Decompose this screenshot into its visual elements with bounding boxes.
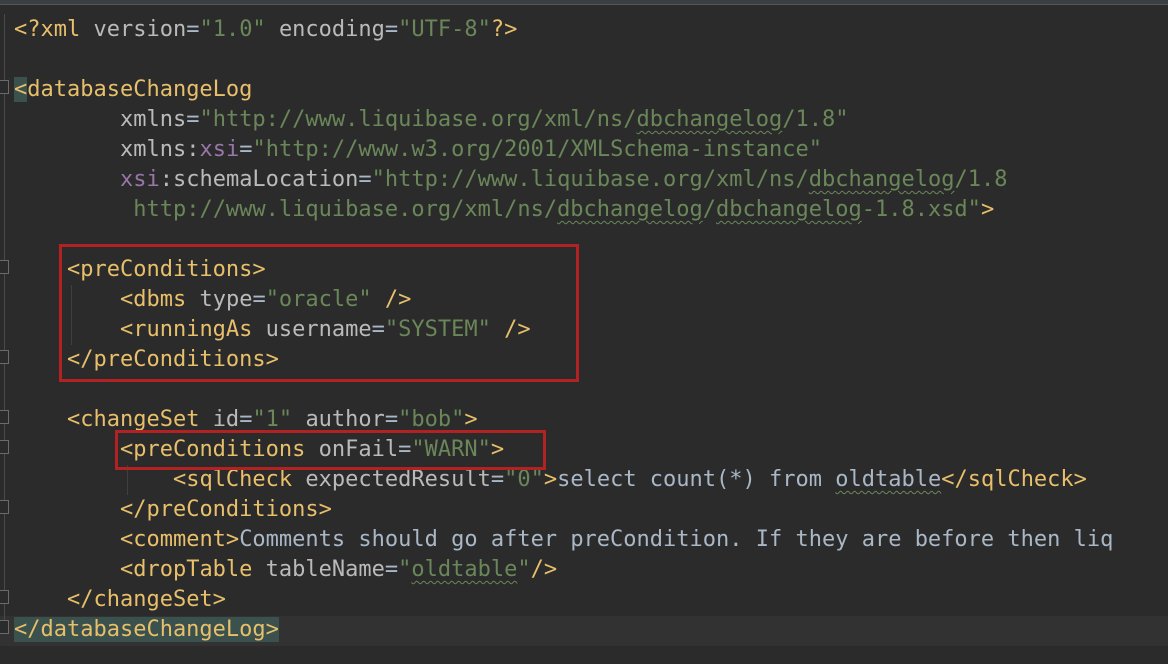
code-token: <?xml xyxy=(14,17,94,42)
code-token: xmlns xyxy=(119,107,187,132)
code-token: = xyxy=(239,407,253,432)
code-token: xsi xyxy=(199,137,240,162)
code-token: </databaseChangeLog> xyxy=(14,617,279,642)
fold-marker-icon[interactable] xyxy=(0,80,9,94)
code-token: = xyxy=(186,107,200,132)
fold-marker-icon[interactable] xyxy=(0,410,9,424)
code-token: /> xyxy=(530,557,558,582)
editor-top-border xyxy=(0,0,1168,5)
code-token: "bob" xyxy=(398,407,465,432)
code-token: = xyxy=(384,407,399,432)
code-token: version xyxy=(93,17,187,42)
code-token: > xyxy=(464,407,478,432)
code-token: <comment> xyxy=(119,527,240,552)
fold-marker-icon[interactable] xyxy=(0,350,9,364)
code-token: = xyxy=(186,17,200,42)
code-token: encoding xyxy=(278,17,385,42)
code-line[interactable]: xmlns:xsi="http://www.w3.org/2001/XMLSch… xyxy=(14,135,822,165)
code-token: "http://www.liquibase.org/xml/ns/ xyxy=(199,107,637,132)
code-line[interactable]: <comment>Comments should go after preCon… xyxy=(14,525,1113,555)
code-token: "1.0" xyxy=(199,17,266,42)
code-token: :schemaLocation xyxy=(159,167,359,192)
code-token: oldtable xyxy=(835,467,942,492)
code-line[interactable]: xmlns="http://www.liquibase.org/xml/ns/d… xyxy=(14,105,849,135)
code-token: "http://www.liquibase.org/xml/ns/ xyxy=(371,167,809,192)
code-token: databaseChangeLog xyxy=(27,77,253,102)
code-token: dbchangelog xyxy=(557,197,703,222)
fold-marker-icon[interactable] xyxy=(0,440,9,454)
code-token: > xyxy=(980,197,995,222)
code-token: </changeSet> xyxy=(66,587,226,612)
code-token: id xyxy=(212,407,240,432)
code-token: xsi xyxy=(119,167,160,192)
code-token: select count(*) from xyxy=(557,467,836,492)
code-token: " xyxy=(517,557,531,582)
code-token: = xyxy=(239,137,253,162)
code-line[interactable]: http://www.liquibase.org/xml/ns/dbchange… xyxy=(14,195,994,225)
code-line[interactable]: </databaseChangeLog> xyxy=(14,615,279,645)
code-token: xmlns: xyxy=(119,137,200,162)
code-editor[interactable]: <?xml version="1.0" encoding="UTF-8"?> <d… xyxy=(0,0,1168,664)
code-token: </preConditions> xyxy=(119,497,332,522)
code-line[interactable]: </changeSet> xyxy=(14,585,226,615)
code-token: -1.8.xsd" xyxy=(861,197,981,222)
gutter-divider xyxy=(4,14,5,634)
code-line[interactable]: xsi:schemaLocation="http://www.liquibase… xyxy=(14,165,1007,195)
code-token: </sqlCheck> xyxy=(941,467,1087,492)
code-token: = xyxy=(490,467,505,492)
code-line[interactable]: <databaseChangeLog xyxy=(14,75,252,105)
code-token: <dropTable xyxy=(119,557,266,582)
code-token: = xyxy=(384,557,399,582)
code-token: = xyxy=(384,17,399,42)
code-token: dbchangelog xyxy=(636,107,783,132)
code-line[interactable]: </preConditions> xyxy=(14,495,332,525)
code-token: dbchangelog xyxy=(716,197,862,222)
code-token: /1.8 xyxy=(954,167,1008,192)
code-token: /1.8" xyxy=(782,107,849,132)
fold-marker-icon[interactable] xyxy=(0,500,9,514)
code-token: > xyxy=(543,467,558,492)
code-token: dbchangelog xyxy=(808,167,955,192)
code-token: "UTF-8" xyxy=(398,17,491,42)
code-token: ?> xyxy=(490,17,518,42)
code-token: "http://www.w3.org/2001/XMLSchema-instan… xyxy=(252,137,822,162)
fold-marker-icon[interactable] xyxy=(0,590,9,604)
code-token: expectedResult xyxy=(305,467,491,492)
fold-marker-icon[interactable] xyxy=(0,620,9,634)
code-token: " xyxy=(398,557,412,582)
code-token: = xyxy=(358,167,372,192)
precondition-highlight-box xyxy=(59,244,579,382)
code-line[interactable]: <dropTable tableName="oldtable"/> xyxy=(14,555,557,585)
code-token: <changeSet xyxy=(66,407,213,432)
code-token: / xyxy=(702,197,717,222)
onfail-highlight-box xyxy=(115,430,546,470)
code-token: tableName xyxy=(265,557,385,582)
code-token: < xyxy=(14,77,28,102)
code-token: "0" xyxy=(504,467,544,492)
fold-marker-icon[interactable] xyxy=(0,260,9,274)
code-token: author xyxy=(305,407,385,432)
code-token: <sqlCheck xyxy=(172,467,306,492)
code-token: Comments should go after preCondition. I… xyxy=(239,527,1114,552)
code-line[interactable]: <?xml version="1.0" encoding="UTF-8"?> xyxy=(14,15,517,45)
code-token: http://www.liquibase.org/xml/ns/ xyxy=(133,197,558,222)
code-token: oldtable xyxy=(411,557,518,582)
code-token: "1" xyxy=(252,407,293,432)
